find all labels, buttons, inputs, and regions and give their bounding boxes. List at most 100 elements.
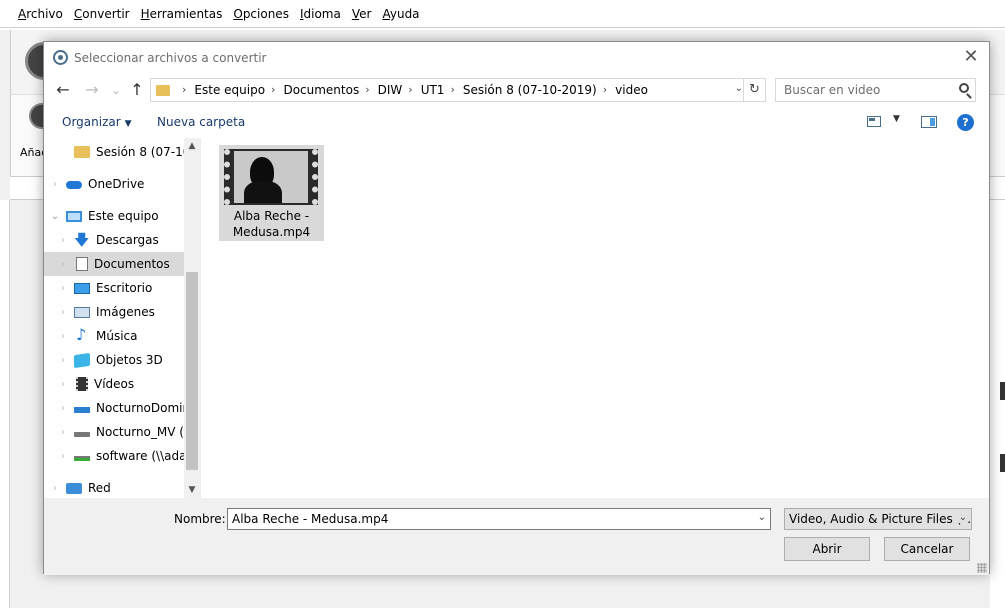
up-arrow-icon[interactable]: ↑ (126, 79, 148, 101)
expand-chevron-icon[interactable]: › (52, 283, 74, 294)
file-name-input[interactable]: Alba Reche - Medusa.mp4 ⌄ (227, 508, 771, 530)
breadcrumb-item[interactable]: DIW (378, 83, 403, 97)
breadcrumb-item[interactable]: Documentos (283, 83, 359, 97)
search-icon[interactable] (959, 83, 969, 93)
breadcrumb-item[interactable]: Este equipo (194, 83, 265, 97)
scroll-thumb[interactable] (186, 272, 198, 470)
menu-item[interactable]: Archivo (18, 7, 63, 21)
back-arrow-icon[interactable]: ← (52, 79, 74, 101)
tree-item-label: Red (88, 481, 111, 495)
file-name-dropdown-icon[interactable]: ⌄ (758, 512, 766, 523)
tree-item[interactable]: › Descargas (44, 228, 184, 252)
tree-item[interactable]: › OneDrive (44, 172, 184, 196)
expand-chevron-icon[interactable]: › (52, 427, 74, 438)
forward-arrow-icon[interactable]: → (81, 79, 103, 101)
file-type-value: Video, Audio & Picture Files (*.avi;*.mp… (789, 512, 971, 526)
preview-pane-icon[interactable] (921, 116, 937, 128)
expand-chevron-icon[interactable]: › (52, 355, 74, 366)
expand-chevron-icon[interactable]: › (52, 235, 74, 246)
expand-chevron-icon[interactable]: › (52, 331, 74, 342)
tree-item-label: Objetos 3D (96, 353, 163, 367)
tree-item[interactable]: › Documentos (44, 252, 184, 276)
breadcrumb-separator-icon[interactable]: › (182, 83, 186, 97)
app-icon (53, 50, 68, 65)
menu-item[interactable]: Herramientas (141, 7, 223, 21)
breadcrumb-separator-icon[interactable]: › (365, 83, 369, 97)
network-location-icon (74, 407, 90, 413)
file-list: Alba Reche - Medusa.mp4 (200, 138, 989, 498)
open-button[interactable]: Abrir (784, 537, 870, 561)
breadcrumb-separator-icon[interactable]: › (450, 83, 454, 97)
change-view-icon[interactable] (867, 116, 881, 127)
computer-icon (66, 210, 82, 222)
app-left-panel (0, 200, 10, 608)
expand-chevron-icon[interactable]: ⌄ (44, 211, 66, 222)
scroll-up-icon[interactable]: ▲ (184, 138, 200, 154)
recent-locations-icon[interactable]: ⌄ (105, 79, 127, 101)
file-name-label: Alba Reche - Medusa.mp4 (232, 209, 311, 239)
tree-item-label: Música (96, 329, 138, 343)
file-name-label-text: Nombre: (174, 512, 226, 526)
view-options-dropdown-icon[interactable]: ▼ (893, 114, 900, 124)
expand-chevron-icon[interactable]: › (52, 259, 74, 270)
organize-label: Organizar (62, 115, 121, 129)
search-placeholder: Buscar en video (784, 83, 881, 97)
expand-chevron-icon[interactable]: › (44, 179, 66, 190)
expand-chevron-icon[interactable]: › (52, 307, 74, 318)
navigation-pane: Sesión 8 (07-10-2019) › OneDrive ⌄ Este equi… (44, 138, 200, 498)
organize-button[interactable]: Organizar ▼ (62, 115, 132, 129)
search-box[interactable]: Buscar en video (775, 78, 976, 102)
tree-item[interactable]: Sesión 8 (07-10-2019) (44, 140, 184, 164)
dialog-titlebar: Seleccionar archivos a convertir ✕ (44, 42, 989, 74)
menu-item[interactable]: Convertir (74, 7, 130, 21)
breadcrumb-item[interactable]: video (615, 83, 648, 97)
breadcrumb-separator-icon[interactable]: › (271, 83, 275, 97)
file-type-select[interactable]: Video, Audio & Picture Files (*.avi;*.mp… (784, 508, 972, 530)
tree-item[interactable]: › Vídeos (44, 372, 184, 396)
navigation-pane-scrollbar[interactable]: ▲ ▼ (184, 138, 200, 498)
tree-item-label: Vídeos (94, 377, 135, 391)
expand-chevron-icon[interactable]: › (52, 451, 74, 462)
onedrive-icon (66, 181, 82, 189)
organize-caret-icon: ▼ (124, 119, 132, 129)
tree-item[interactable]: › Escritorio (44, 276, 184, 300)
network-drive-icon (74, 456, 90, 461)
help-icon[interactable]: ? (957, 114, 974, 131)
tree-item[interactable]: › Imágenes (44, 300, 184, 324)
tree-item-label: NocturnoDominio (96, 401, 184, 415)
close-button[interactable]: ✕ (959, 46, 983, 70)
menu-item[interactable]: Ayuda (382, 7, 419, 21)
cancel-button[interactable]: Cancelar (884, 537, 970, 561)
refresh-icon[interactable]: ↻ (743, 79, 765, 101)
tree-item[interactable]: › Red (44, 476, 184, 498)
breadcrumb-separator-icon[interactable]: › (408, 83, 412, 97)
tree-item[interactable]: › Objetos 3D (44, 348, 184, 372)
tree-item[interactable]: › Nocturno_MV (D:) (44, 420, 184, 444)
video-thumbnail (224, 149, 318, 205)
tree-item[interactable]: ⌄ Este equipo (44, 204, 184, 228)
breadcrumb-separator-icon[interactable]: › (603, 83, 607, 97)
breadcrumb: › Este equipo › Documentos › DIW › UT1 › Sesión 8… (176, 83, 648, 97)
app-menubar: Archivo Convertir Herramientas Opciones Idio… (0, 0, 1005, 30)
expand-chevron-icon[interactable]: › (52, 379, 74, 390)
file-open-dialog: Seleccionar archivos a convertir ✕ ← → ⌄… (43, 41, 990, 575)
tree-item[interactable]: › Música (44, 324, 184, 348)
address-bar[interactable]: › Este equipo › Documentos › DIW › UT1 › Sesión 8… (150, 78, 766, 102)
tree-item[interactable]: › software (\\ada.i (44, 444, 184, 468)
3d-objects-icon (74, 352, 90, 368)
tree-item[interactable]: › NocturnoDominio (44, 396, 184, 420)
expand-chevron-icon[interactable]: › (44, 483, 66, 494)
videos-icon (76, 377, 88, 391)
menu-item[interactable]: Ver (352, 7, 372, 21)
new-folder-button[interactable]: Nueva carpeta (157, 115, 245, 129)
menu-item[interactable]: Opciones (233, 7, 289, 21)
resize-grip-icon[interactable] (977, 563, 987, 573)
scroll-down-icon[interactable]: ▼ (184, 482, 200, 498)
file-item-video[interactable]: Alba Reche - Medusa.mp4 (219, 145, 324, 241)
menu-item[interactable]: Idioma (300, 7, 341, 21)
address-dropdown-icon[interactable]: ⌄ (735, 83, 743, 94)
breadcrumb-item[interactable]: Sesión 8 (07-10-2019) (463, 83, 597, 97)
expand-chevron-icon[interactable]: › (52, 403, 74, 414)
breadcrumb-item[interactable]: UT1 (421, 83, 445, 97)
documents-icon (76, 257, 88, 271)
